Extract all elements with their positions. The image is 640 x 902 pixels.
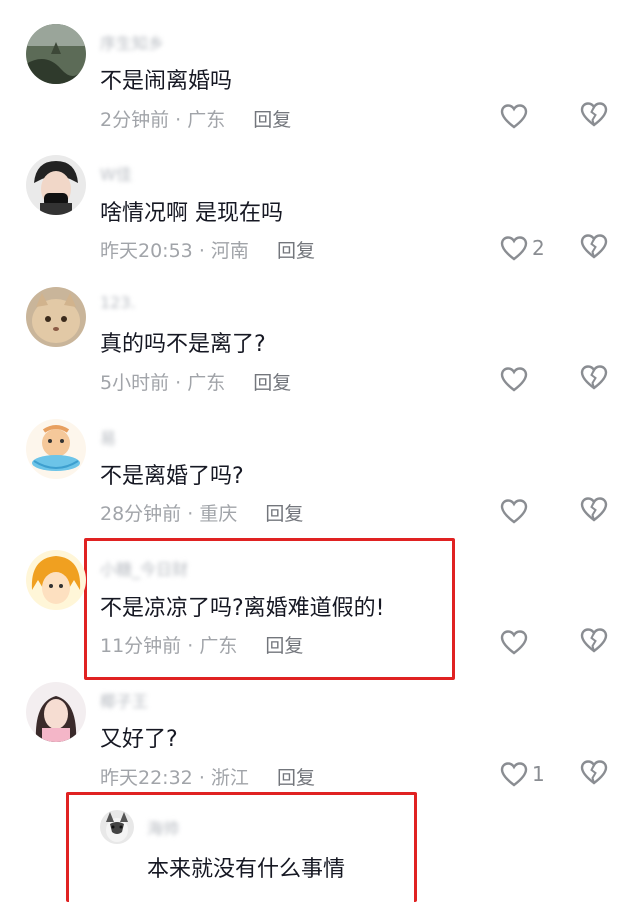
comment-time: 昨天20:53 bbox=[100, 240, 193, 262]
broken-heart-icon bbox=[580, 234, 608, 259]
heart-outline-icon bbox=[500, 367, 528, 392]
meta-separator: · bbox=[175, 372, 182, 394]
comment-meta: 28分钟前 · 重庆 回复 bbox=[100, 499, 303, 526]
heart-outline-icon bbox=[500, 104, 528, 129]
dislike-button[interactable] bbox=[580, 759, 610, 789]
highlight-box bbox=[66, 792, 417, 902]
comment-location: 广东 bbox=[199, 635, 238, 657]
username[interactable]: 序生知乡 bbox=[100, 30, 164, 54]
comment-time: 2分钟前 bbox=[100, 109, 170, 131]
reply-button[interactable]: 回复 bbox=[253, 372, 291, 394]
heart-outline-icon bbox=[500, 630, 528, 655]
dislike-button[interactable] bbox=[580, 627, 610, 657]
like-count: 2 bbox=[532, 236, 545, 260]
avatar[interactable] bbox=[26, 24, 86, 84]
username[interactable]: 椰子王 bbox=[100, 688, 148, 712]
avatar[interactable] bbox=[100, 810, 134, 844]
comment-text: 不是离婚了吗? bbox=[100, 464, 244, 489]
comment-time: 昨天22:32 bbox=[100, 767, 193, 789]
comment-time: 28分钟前 bbox=[100, 503, 182, 525]
like-button[interactable] bbox=[500, 101, 532, 131]
comment-location: 浙江 bbox=[210, 767, 249, 789]
username[interactable]: 易 bbox=[100, 425, 116, 449]
avatar[interactable] bbox=[26, 287, 86, 347]
like-button[interactable]: 2 bbox=[500, 233, 545, 263]
reply-button[interactable]: 回复 bbox=[277, 240, 315, 262]
avatar[interactable] bbox=[26, 155, 86, 215]
heart-outline-icon bbox=[500, 762, 528, 787]
comment-meta: 5小时前 · 广东 回复 bbox=[100, 368, 291, 395]
username[interactable]: 海帅 bbox=[147, 815, 179, 839]
reply-button[interactable]: 回复 bbox=[253, 109, 291, 131]
avatar[interactable] bbox=[26, 682, 86, 742]
comment-location: 广东 bbox=[187, 372, 226, 394]
meta-separator: · bbox=[187, 503, 194, 525]
meta-separator: · bbox=[198, 240, 205, 262]
heart-outline-icon bbox=[500, 236, 528, 261]
like-button[interactable] bbox=[500, 364, 532, 394]
comment-text: 真的吗不是离了? bbox=[100, 332, 266, 357]
reply-button[interactable]: 回复 bbox=[265, 503, 303, 525]
comment-location: 重庆 bbox=[199, 503, 238, 525]
avatar[interactable] bbox=[26, 419, 86, 479]
comment-location: 河南 bbox=[210, 240, 249, 262]
comment-time: 11分钟前 bbox=[100, 635, 182, 657]
username[interactable]: 123. bbox=[100, 293, 136, 312]
broken-heart-icon bbox=[580, 102, 608, 127]
comment-text: 不是闹离婚吗 bbox=[100, 69, 233, 94]
username[interactable]: W佳 bbox=[100, 161, 132, 185]
like-button[interactable] bbox=[500, 496, 532, 526]
comment-meta: 昨天22:32 · 浙江 回复 bbox=[100, 763, 315, 790]
comment-text: 本来就没有什么事情 bbox=[147, 857, 346, 882]
comment-time: 5小时前 bbox=[100, 372, 170, 394]
dislike-button[interactable] bbox=[580, 101, 610, 131]
dislike-button[interactable] bbox=[580, 364, 610, 394]
meta-separator: · bbox=[198, 767, 205, 789]
username[interactable]: 小糖_今日财 bbox=[100, 556, 188, 580]
like-count: 1 bbox=[532, 762, 545, 786]
comment-meta: 2分钟前 · 广东 回复 bbox=[100, 105, 291, 132]
comment-meta: 11分钟前 · 广东 回复 bbox=[100, 631, 303, 658]
heart-outline-icon bbox=[500, 499, 528, 524]
broken-heart-icon bbox=[580, 628, 608, 653]
comment-text: 又好了? bbox=[100, 727, 178, 752]
comment-meta: 昨天20:53 · 河南 回复 bbox=[100, 236, 315, 263]
dislike-button[interactable] bbox=[580, 496, 610, 526]
comment-location: 广东 bbox=[187, 109, 226, 131]
like-button[interactable] bbox=[500, 627, 532, 657]
dislike-button[interactable] bbox=[580, 233, 610, 263]
broken-heart-icon bbox=[580, 497, 608, 522]
avatar[interactable] bbox=[26, 550, 86, 610]
broken-heart-icon bbox=[580, 760, 608, 785]
meta-separator: · bbox=[187, 635, 194, 657]
reply-button[interactable]: 回复 bbox=[277, 767, 315, 789]
broken-heart-icon bbox=[580, 365, 608, 390]
comment-text: 啥情况啊 是现在吗 bbox=[100, 201, 283, 226]
comment-text: 不是凉凉了吗?离婚难道假的! bbox=[100, 596, 385, 621]
reply-button[interactable]: 回复 bbox=[265, 635, 303, 657]
meta-separator: · bbox=[175, 109, 182, 131]
like-button[interactable]: 1 bbox=[500, 759, 545, 789]
